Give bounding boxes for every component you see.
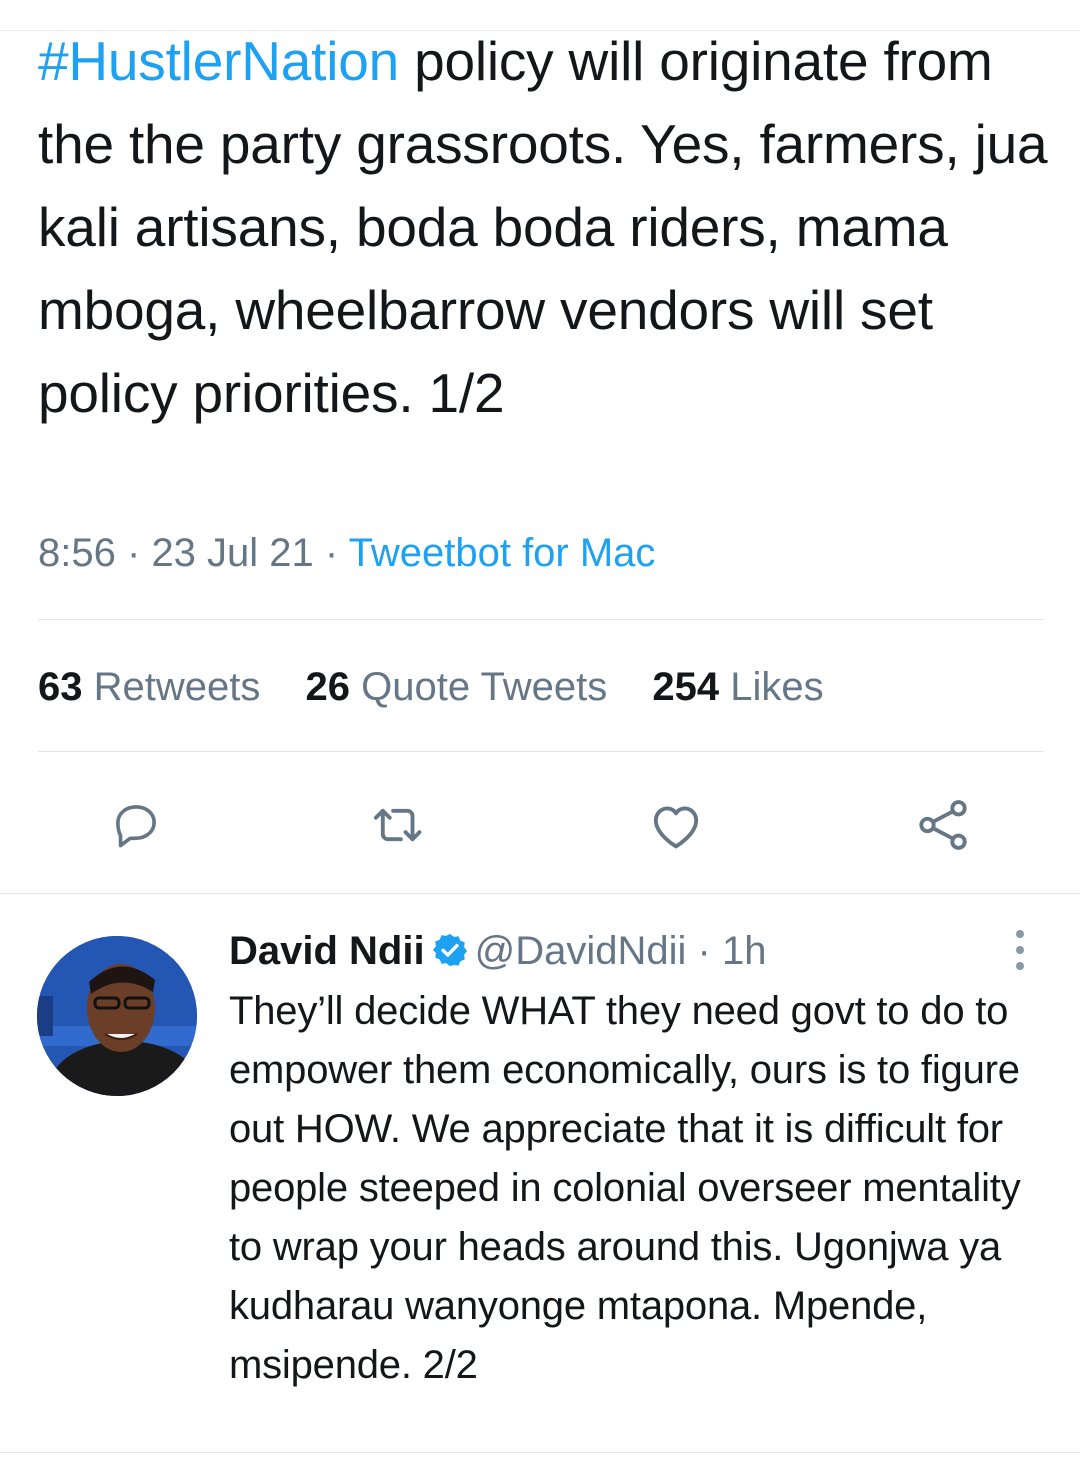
retweets-count: 63 [38,665,83,709]
engagement-stats: 63 Retweets 26 Quote Tweets 254 Likes [38,662,858,712]
avatar-image [37,936,197,1096]
quote-tweets-stat[interactable]: 26 Quote Tweets [306,665,608,709]
retweets-label: Retweets [93,665,261,709]
heart-icon [653,806,699,849]
divider [38,619,1044,620]
share-button[interactable] [908,790,978,860]
tweet-source-link[interactable]: Tweetbot for Mac [349,531,656,575]
tweet-text: #HustlerNation policy will originate fro… [38,20,1048,435]
retweets-stat[interactable]: 63 Retweets [38,665,260,709]
quote-tweets-label: Quote Tweets [361,665,608,709]
author-handle[interactable]: @DavidNdii [475,929,687,973]
meta-dot: · [324,531,339,575]
meta-dot: · [697,929,711,973]
tweet-time: 8:56 [38,531,116,575]
retweet-icon [373,808,422,842]
avatar[interactable] [37,936,197,1096]
retweet-button[interactable] [362,790,432,860]
tweet-date: 23 Jul 21 [151,531,314,575]
likes-label: Likes [730,665,824,709]
likes-count: 254 [652,665,720,709]
more-options-button[interactable] [1004,930,1036,970]
reply-text: They’ll decide WHAT they need govt to do… [229,989,1021,1387]
like-button[interactable] [641,790,711,860]
quote-tweets-count: 26 [305,665,351,709]
verified-badge-icon [432,933,467,967]
share-icon [919,800,967,850]
hashtag-link[interactable]: #HustlerNation [38,30,399,92]
bottom-divider [0,1452,1080,1453]
more-dot-icon [1016,962,1024,970]
tweet-actions-bar [0,790,1080,860]
reply-header: David Ndii @DavidNdii · 1h [229,926,766,976]
more-dot-icon [1016,946,1024,954]
reply-button[interactable] [101,790,171,860]
divider [38,751,1044,752]
reply-time: 1h [721,929,767,973]
main-tweet: #HustlerNation policy will originate fro… [38,30,1048,435]
likes-stat[interactable]: 254 Likes [652,665,823,709]
more-dot-icon [1016,930,1024,938]
comment-icon [116,805,156,848]
author-name[interactable]: David Ndii [229,929,425,973]
meta-dot: · [126,531,141,575]
tweet-meta: 8:56 · 23 Jul 21 · Tweetbot for Mac [38,528,655,578]
